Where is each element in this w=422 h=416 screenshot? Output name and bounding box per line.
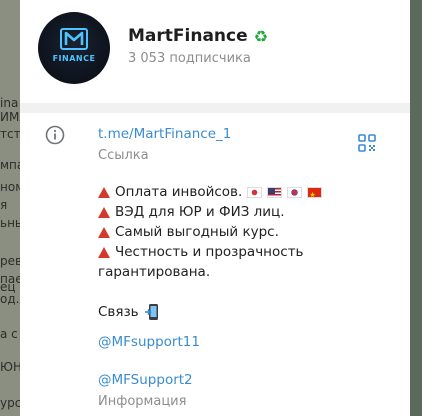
bg-chat-fragment: ИМА [0, 110, 20, 124]
bg-chat-fragment: урс [0, 396, 20, 410]
red-triangle-icon [98, 186, 110, 198]
channel-link[interactable]: t.me/MartFinance_1 [98, 126, 231, 142]
description-line-text: Оплата инвойсов. [115, 184, 243, 200]
description-line-text: гарантирована. [98, 264, 211, 280]
red-triangle-icon [98, 226, 110, 238]
bg-chat-fragment: ьны [0, 216, 20, 230]
background-chat-strip: ina ИМА тств мпа ном я ьны рев пае ец од… [0, 0, 20, 416]
japan-flag-icon [247, 186, 263, 198]
finance-logo-icon [60, 28, 88, 50]
channel-description: Оплата инвойсов. ВЭД для ЮР и ФИЗ лиц. С… [98, 182, 398, 322]
channel-header: FINANCE MartFinance ♻ 3 053 подписчика [20, 0, 410, 103]
korea-flag-icon [287, 186, 303, 198]
red-triangle-icon [98, 206, 110, 218]
bg-chat-fragment: од. [0, 292, 20, 306]
subscriber-count: 3 053 подписчика [128, 51, 251, 66]
description-line: Самый выгодный курс. [98, 222, 398, 242]
recycle-icon: ♻ [253, 27, 268, 46]
bg-chat-fragment: тств [0, 127, 20, 141]
bg-chat-fragment: мпа [0, 158, 20, 172]
support-handle-2[interactable]: @MFSupport2 [98, 372, 193, 388]
description-line: ВЭД для ЮР и ФИЗ лиц. [98, 202, 398, 222]
channel-avatar[interactable]: FINANCE [38, 12, 110, 84]
usa-flag-icon [267, 186, 283, 198]
info-icon [45, 125, 65, 145]
description-line-text: ВЭД для ЮР и ФИЗ лиц. [115, 204, 285, 220]
bg-chat-fragment: ina [0, 96, 19, 110]
description-line-text: Самый выгодный курс. [115, 224, 279, 240]
description-line: Оплата инвойсов. [98, 182, 398, 205]
bg-chat-fragment: рев [0, 254, 20, 268]
bg-chat-fragment: а с н [0, 327, 20, 341]
support-handle-1[interactable]: @MFsupport11 [98, 334, 200, 350]
red-triangle-icon [98, 246, 110, 258]
bg-chat-fragment: ЮН [0, 360, 20, 374]
description-caption: Информация [98, 394, 187, 409]
china-flag-icon [307, 185, 323, 205]
channel-name: MartFinance ♻ [128, 26, 268, 46]
channel-info-panel: FINANCE MartFinance ♻ 3 053 подписчика t.… [20, 0, 410, 416]
description-line: гарантирована. [98, 262, 398, 282]
description-line: Честность и прозрачность [98, 242, 398, 262]
contact-line: Связь [98, 302, 398, 322]
contact-label: Связь [98, 304, 139, 320]
bg-chat-fragment: я [0, 198, 8, 212]
bg-chat-fragment: ном [0, 180, 20, 194]
link-caption: Ссылка [98, 148, 149, 163]
qr-code-icon[interactable] [358, 134, 376, 152]
section-divider [20, 103, 410, 113]
backdrop-right-edge [410, 0, 422, 416]
mobile-phone-arrow-icon [144, 304, 158, 320]
channel-name-text: MartFinance [128, 26, 248, 46]
avatar-logo-text: FINANCE [52, 54, 96, 63]
description-line-text: Честность и прозрачность [115, 244, 304, 260]
